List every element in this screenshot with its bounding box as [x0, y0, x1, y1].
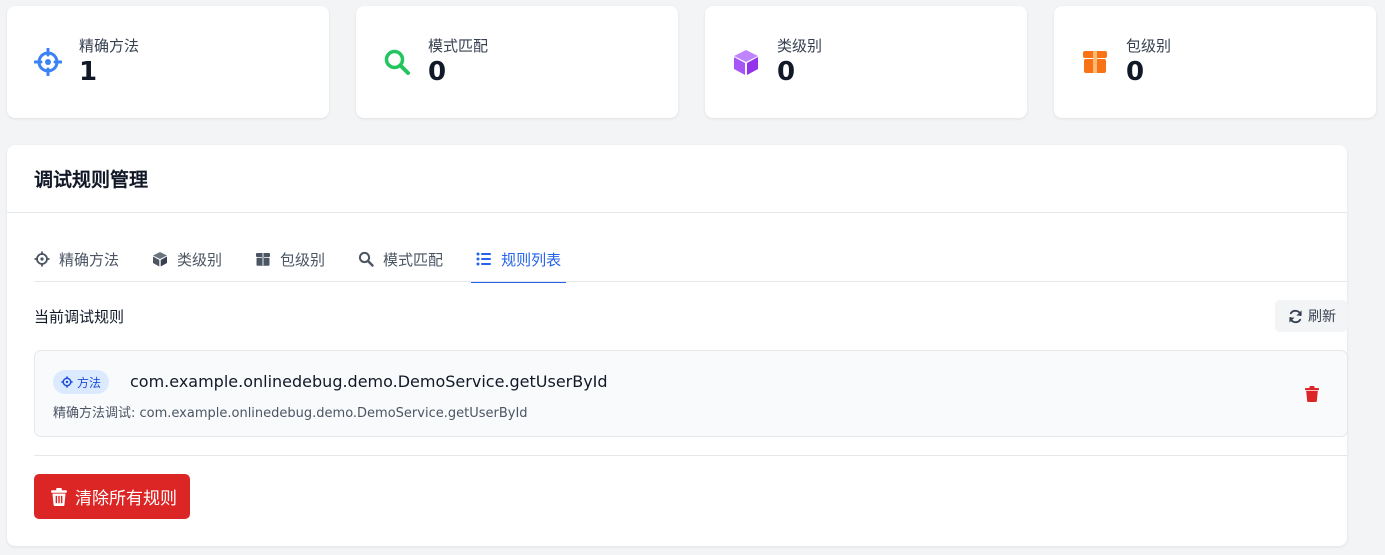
stat-value: 0 [428, 57, 447, 87]
crosshairs-icon [34, 251, 50, 267]
refresh-label: 刷新 [1308, 309, 1336, 325]
footer-divider [34, 455, 1348, 456]
tab-package-level[interactable]: 包级别 [255, 240, 325, 282]
stat-value: 1 [79, 57, 98, 87]
clear-all-label: 清除所有规则 [75, 489, 177, 509]
tab-label: 模式匹配 [383, 250, 444, 269]
tab-pattern-match[interactable]: 模式匹配 [358, 240, 443, 282]
section-title: 当前调试规则 [34, 307, 125, 326]
crosshairs-icon [34, 48, 62, 76]
tab-label: 精确方法 [59, 250, 120, 269]
tab-exact-method[interactable]: 精确方法 [34, 240, 119, 282]
stat-label: 模式匹配 [428, 37, 489, 55]
stat-value: 0 [777, 57, 796, 87]
stat-label: 类级别 [777, 37, 823, 55]
panel-title: 调试规则管理 [34, 169, 149, 191]
tab-label: 类级别 [177, 250, 223, 269]
trash-icon[interactable] [1303, 385, 1321, 403]
refresh-icon [1288, 309, 1303, 324]
rule-tabs: 精确方法 类级别 包级别 模式匹配 规则列表 [34, 240, 1347, 283]
list-icon [476, 251, 492, 267]
tab-class-level[interactable]: 类级别 [152, 240, 222, 282]
stats-row: 精确方法 1 模式匹配 0 类级别 0 包级别 0 [7, 6, 1376, 118]
rule-target: com.example.onlinedebug.demo.DemoService… [130, 372, 608, 391]
stat-label: 精确方法 [79, 37, 140, 55]
cube-icon [152, 251, 168, 267]
stat-card-class-level: 类级别 0 [705, 6, 1027, 118]
stat-card-exact-method: 精确方法 1 [7, 6, 329, 118]
stat-label: 包级别 [1126, 37, 1172, 55]
tab-rule-list[interactable]: 规则列表 [471, 240, 567, 283]
stat-card-package-level: 包级别 0 [1054, 6, 1376, 118]
tab-divider [34, 281, 1348, 282]
tab-label: 包级别 [280, 250, 326, 269]
trash-icon [51, 487, 67, 506]
refresh-button[interactable]: 刷新 [1275, 300, 1348, 332]
rule-item: 方法 com.example.onlinedebug.demo.DemoServ… [34, 350, 1348, 437]
section-header: 当前调试规则 刷新 [34, 300, 1348, 332]
crosshairs-icon [61, 376, 73, 388]
tab-label: 规则列表 [501, 250, 562, 269]
rule-type-badge: 方法 [53, 370, 110, 394]
stat-card-pattern-match: 模式匹配 0 [356, 6, 678, 118]
stat-value: 0 [1126, 57, 1145, 87]
debug-rules-panel: 调试规则管理 精确方法 类级别 包级别 模式匹配 规则列表 当前调试规则 刷新 … [7, 145, 1348, 546]
rule-description: 精确方法调试: com.example.onlinedebug.demo.Dem… [53, 406, 528, 421]
box-icon [1081, 48, 1109, 76]
search-icon [358, 251, 374, 267]
box-icon [255, 251, 271, 267]
panel-header: 调试规则管理 [7, 145, 1347, 213]
rule-badge-label: 方法 [77, 375, 102, 390]
clear-all-rules-button[interactable]: 清除所有规则 [34, 474, 190, 519]
cube-icon [732, 48, 760, 76]
search-icon [383, 48, 411, 76]
